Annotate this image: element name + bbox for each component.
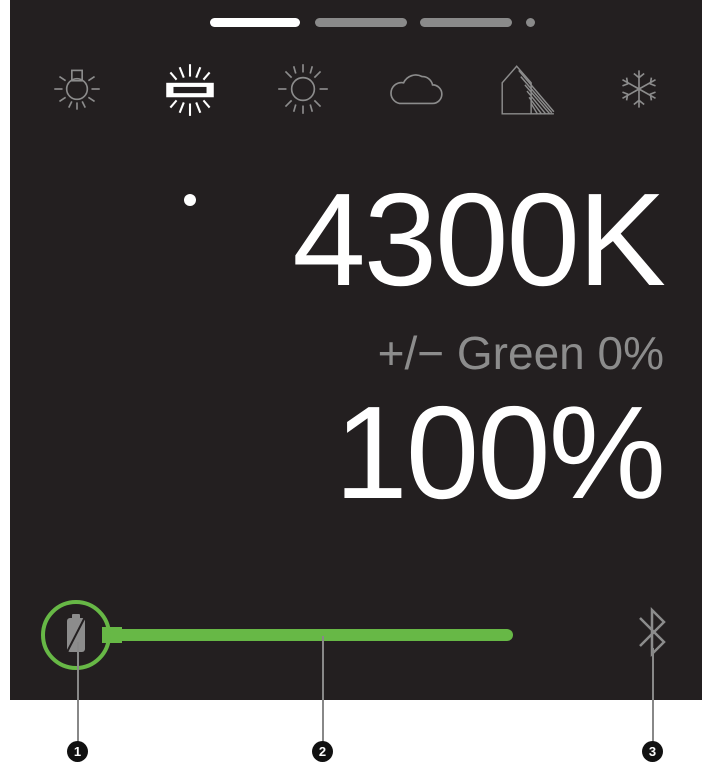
- color-temperature-value[interactable]: 4300K: [292, 170, 666, 310]
- selected-mode-indicator: [184, 194, 196, 206]
- battery-icon: [65, 614, 86, 655]
- callout-1: 1: [67, 741, 88, 762]
- intensity-value[interactable]: 100%: [334, 383, 666, 523]
- bulb-icon: [54, 69, 100, 110]
- green-shift-value[interactable]: +/− Green 0%: [378, 325, 664, 381]
- page-dot-3[interactable]: [420, 18, 512, 27]
- callout-line-3: [652, 648, 654, 742]
- callout-line-2: [322, 636, 324, 742]
- mode-fluorescent[interactable]: [153, 58, 227, 138]
- light-control-screen: 4300K +/− Green 0% 100%: [10, 0, 702, 700]
- mode-daylight[interactable]: [266, 58, 340, 138]
- page-dot-4[interactable]: [526, 18, 535, 27]
- snowflake-icon: [622, 70, 656, 108]
- battery-indicator: [41, 600, 111, 670]
- page-dot-2[interactable]: [315, 18, 407, 27]
- callout-3: 3: [642, 741, 663, 762]
- fluorescent-tube-icon: [166, 64, 214, 116]
- mode-shade[interactable]: [490, 58, 564, 138]
- sun-icon: [278, 64, 328, 114]
- page-dot-1[interactable]: [210, 18, 300, 27]
- mode-cloudy[interactable]: [379, 58, 453, 138]
- callout-line-1: [77, 642, 79, 742]
- battery-level-bar: [110, 629, 513, 641]
- page-indicator: [10, 14, 702, 30]
- cloud-icon: [390, 74, 443, 105]
- callout-2: 2: [312, 741, 333, 762]
- light-mode-selector: [10, 58, 702, 206]
- shade-icon: [501, 65, 555, 115]
- mode-cold[interactable]: [602, 58, 676, 138]
- mode-tungsten[interactable]: [40, 58, 114, 138]
